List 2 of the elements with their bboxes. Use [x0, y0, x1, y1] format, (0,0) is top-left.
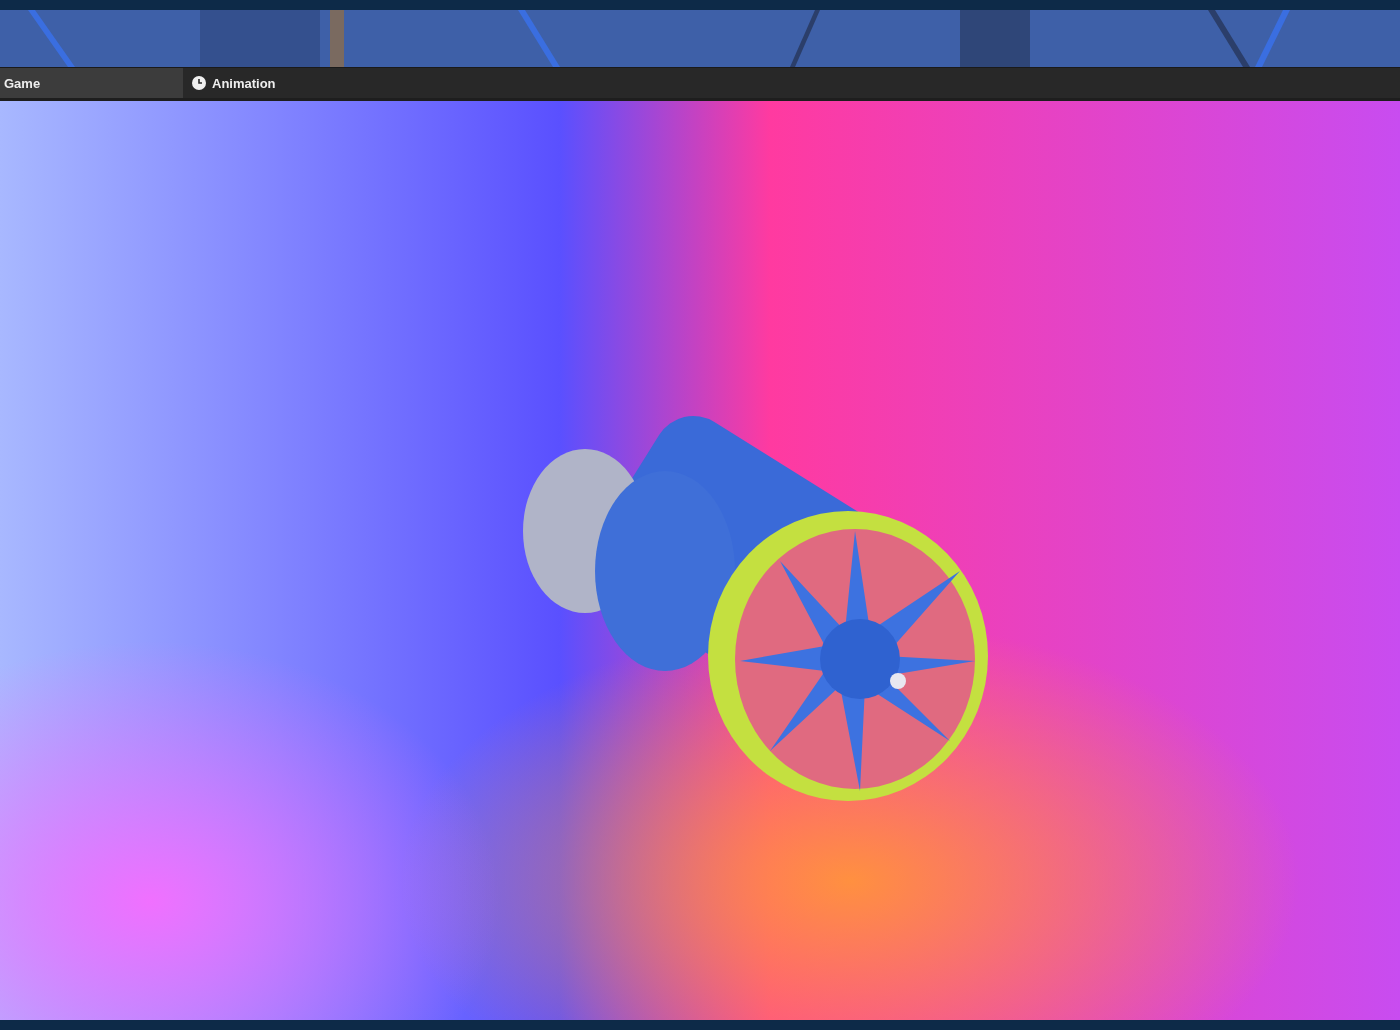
clock-icon: [192, 76, 206, 90]
tab[interactable]: Game: [0, 68, 183, 98]
